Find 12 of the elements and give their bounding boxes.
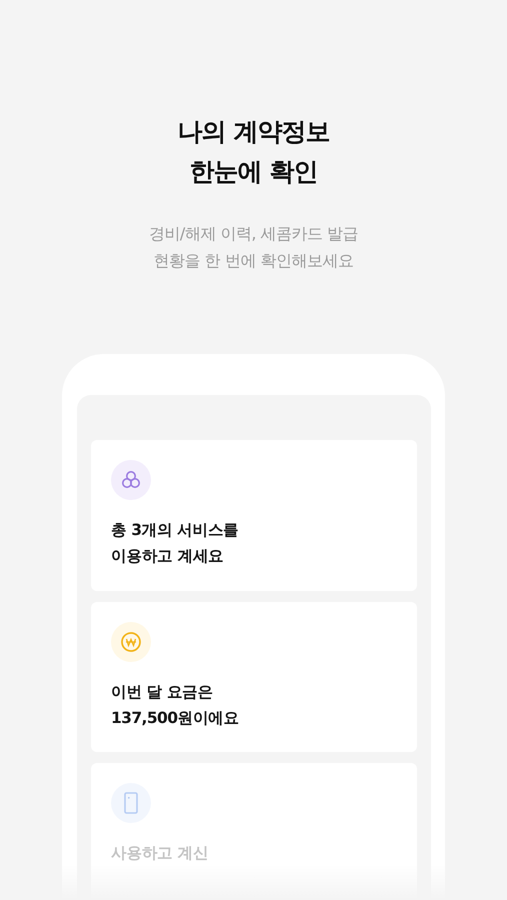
subtitle-line: 경비/해제 이력, 세콤카드 발급 (148, 223, 360, 245)
won-icon (111, 622, 151, 662)
card-text-line: 총 3개의 서비스를 (111, 520, 240, 541)
circles-icon (111, 460, 151, 500)
subtitle-line: 현황을 한 번에 확인해보세요 (152, 250, 354, 272)
card-text-line: 사용하고 계신 (111, 843, 210, 864)
heading-line: 나의 계약정보 (176, 116, 330, 148)
card-icon (111, 783, 151, 824)
card-text-line: 이용하고 계세요 (111, 546, 225, 567)
card-text-line: 이번 달 요금은 (111, 682, 214, 703)
heading-line: 한눈에 확인 (188, 156, 318, 188)
card-text-line: 137,500원이에요 (111, 708, 240, 729)
